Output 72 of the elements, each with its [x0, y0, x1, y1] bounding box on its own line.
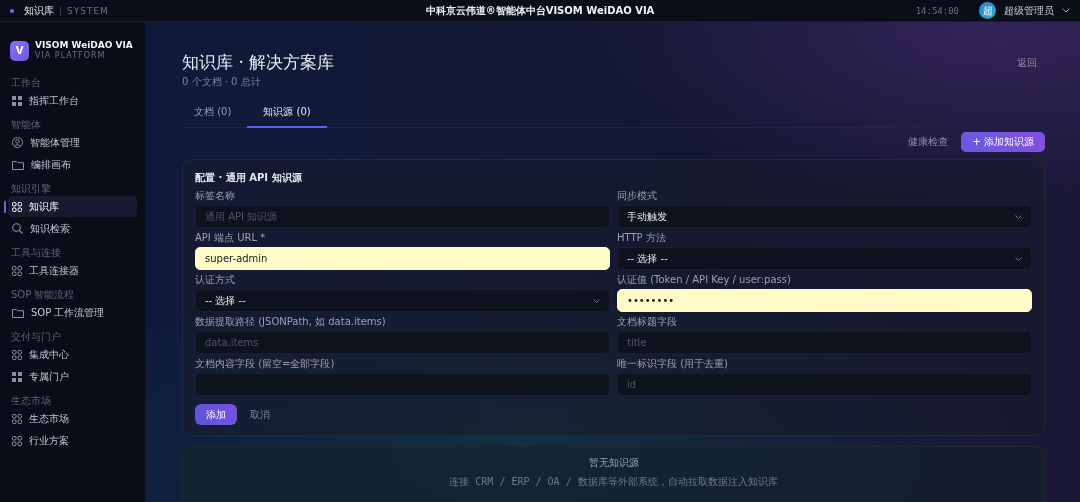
chevron-down-icon: [1015, 214, 1022, 219]
sidebar-item[interactable]: 智能体管理: [8, 132, 137, 153]
select-field[interactable]: 手动触发: [617, 205, 1032, 228]
caret-icon[interactable]: [1062, 8, 1070, 13]
nav-group-label: 智能体: [11, 118, 42, 132]
folder-icon: [12, 159, 24, 170]
brand-logo: V: [10, 40, 29, 61]
user-name[interactable]: 超级管理员: [1004, 3, 1054, 18]
nav-group-label: 知识引擎: [11, 182, 52, 196]
status-dot: [10, 8, 14, 13]
field-label: HTTP 方法: [617, 231, 667, 244]
field-label: 标签名称: [195, 189, 236, 202]
select-field[interactable]: -- 选择 --: [617, 247, 1032, 270]
sidebar-item[interactable]: 指挥工作台: [8, 90, 137, 111]
add-button[interactable]: 添加: [195, 404, 237, 425]
nav-group-label: 工具与连接: [11, 246, 62, 260]
input-field[interactable]: data.items: [195, 331, 610, 354]
sidebar-item[interactable]: 行业方案: [8, 430, 137, 451]
field-label: 同步模式: [617, 189, 658, 202]
app-title: 中科京云伟道®智能体中台VISOM WeiDAO VIA: [425, 3, 655, 18]
grid-icon: [12, 349, 22, 360]
nav-group-label: SOP 智能流程: [11, 288, 76, 302]
field-label: 数据提取路径 (JSONPath, 如 data.items): [195, 315, 387, 328]
health-check-link[interactable]: 健康检查: [908, 135, 949, 149]
sidebar-item[interactable]: 集成中心: [8, 344, 137, 365]
grid-icon: [12, 435, 22, 446]
grid-icon: [12, 371, 22, 382]
empty-title: 暂无知识源: [587, 456, 640, 470]
field-label: 唯一标识字段 (用于去重): [617, 357, 729, 370]
person-circle-icon: [12, 137, 23, 148]
sidebar-item[interactable]: 编排画布: [8, 154, 137, 175]
field-label: 文档内容字段 (留空=全部字段): [195, 357, 336, 370]
nav-group-label: 交付与门户: [11, 330, 62, 344]
tab[interactable]: 知识源 (0): [247, 99, 327, 128]
nav-group-label: 工作台: [11, 76, 42, 90]
chevron-down-icon: [1015, 256, 1022, 261]
brand-subtitle: VIA PLATFORM: [35, 51, 107, 61]
grid-icon: [12, 201, 22, 212]
input-field[interactable]: title: [617, 331, 1032, 354]
field-label: 文档标题字段: [617, 315, 678, 328]
add-source-button[interactable]: + 添加知识源: [961, 132, 1045, 152]
back-link[interactable]: 返回: [1017, 56, 1037, 70]
tab[interactable]: 文档 (0): [182, 99, 244, 128]
field-label: 认证值 (Token / API Key / user:pass): [617, 273, 792, 286]
grid-icon: [12, 413, 22, 424]
clock-time: 14:54:00: [915, 5, 959, 16]
select-field[interactable]: -- 选择 --: [195, 289, 610, 312]
sidebar-item[interactable]: 专属门户: [8, 366, 137, 387]
field-label: API 端点 URL *: [195, 231, 267, 244]
system-label: SYSTEM: [67, 5, 109, 16]
brand-name: VISOM WeiDAO VIA: [35, 40, 133, 51]
input-field[interactable]: id: [617, 373, 1032, 396]
form-title: 配置 · 通用 API 知识源: [195, 171, 303, 185]
input-field[interactable]: 通用 API 知识源: [195, 205, 610, 228]
search-icon: [12, 223, 23, 234]
page-subtitle: 0 个文档 · 0 总计: [182, 75, 262, 89]
folder-icon: [12, 307, 24, 318]
grid-icon: [12, 265, 22, 276]
field-label: 认证方式: [195, 273, 236, 286]
sidebar-item[interactable]: 生态市场: [8, 408, 137, 429]
cancel-link[interactable]: 取消: [250, 407, 270, 422]
grid-icon: [12, 95, 22, 106]
sidebar-item[interactable]: 知识检索: [8, 218, 137, 239]
input-field[interactable]: ••••••••: [617, 289, 1032, 312]
chevron-down-icon: [593, 298, 600, 303]
section-title: 知识库: [24, 3, 54, 18]
nav-group-label: 生态市场: [11, 394, 52, 408]
sidebar-item[interactable]: 工具连接器: [8, 260, 137, 281]
page-title: 知识库 · 解决方案库: [182, 51, 335, 74]
sidebar-item[interactable]: SOP 工作流管理: [8, 302, 137, 323]
input-field[interactable]: super-admin: [195, 247, 610, 270]
empty-description: 连接 CRM / ERP / OA / 数据库等外部系统，自动拉取数据注入知识库: [448, 475, 779, 489]
